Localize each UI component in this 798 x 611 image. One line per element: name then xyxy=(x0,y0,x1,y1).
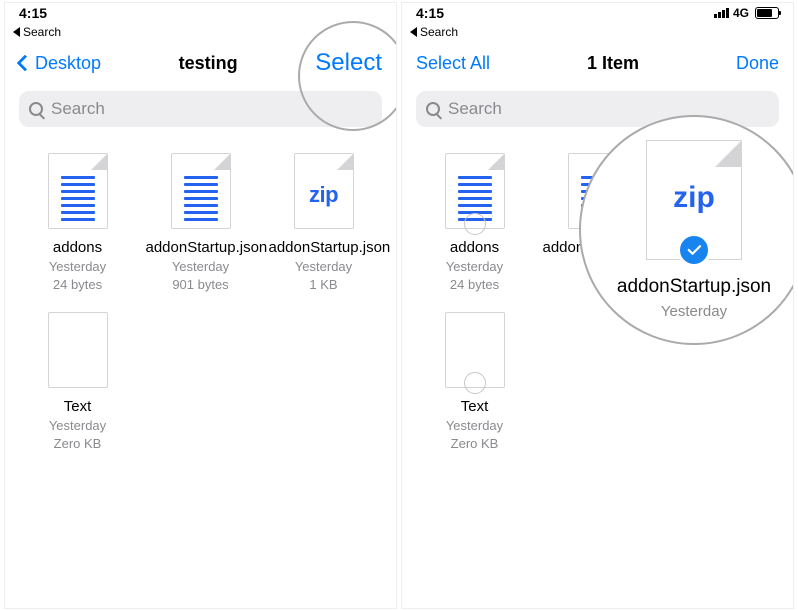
file-size: Zero KB xyxy=(54,436,102,452)
file-date: Yesterday xyxy=(49,418,106,434)
doc-icon xyxy=(48,153,108,229)
doc-icon xyxy=(568,153,628,229)
screenshot-left: 4:15 Search Desktop testing Select Searc… xyxy=(4,2,397,609)
back-button[interactable]: Desktop xyxy=(19,53,101,74)
file-date: Yesterday xyxy=(446,418,503,434)
status-bar: 4:15 4G xyxy=(402,3,793,23)
breadcrumb-label: Search xyxy=(23,25,61,39)
file-name: Text xyxy=(461,398,489,416)
battery-icon xyxy=(755,7,779,19)
file-name: addons xyxy=(450,239,499,257)
page-title: testing xyxy=(179,53,238,74)
status-time: 4:15 xyxy=(19,5,47,21)
selection-indicator[interactable] xyxy=(464,372,486,394)
caret-left-icon xyxy=(13,27,20,37)
file-size: 1 KB xyxy=(309,277,337,293)
search-bar[interactable]: Search xyxy=(19,91,382,127)
zip-label: zip xyxy=(295,182,353,208)
signal-icon xyxy=(714,8,729,18)
chevron-left-icon xyxy=(17,55,34,72)
file-thumbnail xyxy=(443,151,507,231)
file-date: Yesterday xyxy=(49,259,106,275)
file-thumbnail: zip xyxy=(292,151,356,231)
file-item[interactable]: addons Yesterday 24 bytes xyxy=(416,151,533,294)
file-item[interactable]: addonStartup.json Yesterday 901 bytes xyxy=(142,151,259,294)
nav-bar: Desktop testing Select xyxy=(5,41,396,85)
caret-left-icon xyxy=(410,27,417,37)
file-grid: addons Yesterday 24 bytes addonStartup.j… xyxy=(5,133,396,470)
breadcrumb[interactable]: Search xyxy=(5,23,396,41)
file-thumbnail xyxy=(169,151,233,231)
file-item[interactable]: addons Yesterday 24 bytes xyxy=(19,151,136,294)
status-time: 4:15 xyxy=(416,5,444,21)
breadcrumb-label: Search xyxy=(420,25,458,39)
status-bar: 4:15 xyxy=(5,3,396,23)
breadcrumb[interactable]: Search xyxy=(402,23,793,41)
doc-icon xyxy=(171,153,231,229)
file-name: addonStartup.json xyxy=(146,239,256,257)
status-indicators: 4G xyxy=(714,6,779,20)
file-grid: addons Yesterday 24 bytes addonStartup.j… xyxy=(402,133,793,470)
file-item[interactable]: addonStartup.jso xyxy=(539,151,656,294)
file-name: addonStartup.json xyxy=(269,239,379,257)
search-icon xyxy=(29,102,43,116)
file-size: Zero KB xyxy=(451,436,499,452)
select-all-label: Select All xyxy=(416,53,490,74)
file-item[interactable]: Text Yesterday Zero KB xyxy=(416,310,533,453)
file-thumbnail xyxy=(566,151,630,231)
search-bar[interactable]: Search xyxy=(416,91,779,127)
blank-icon xyxy=(48,312,108,388)
file-size: 24 bytes xyxy=(450,277,499,293)
file-thumbnail xyxy=(46,151,110,231)
file-date: Yesterday xyxy=(172,259,229,275)
done-button[interactable]: Done xyxy=(736,53,779,74)
search-placeholder: Search xyxy=(448,99,502,119)
zip-icon: zip xyxy=(294,153,354,229)
file-name: addonStartup.jso xyxy=(543,239,653,257)
network-label: 4G xyxy=(733,6,749,20)
select-all-button[interactable]: Select All xyxy=(416,53,490,74)
file-thumbnail xyxy=(46,310,110,390)
back-label: Desktop xyxy=(35,53,101,74)
file-item[interactable]: Text Yesterday Zero KB xyxy=(19,310,136,453)
page-title: 1 Item xyxy=(587,53,639,74)
file-name: addons xyxy=(53,239,102,257)
search-placeholder: Search xyxy=(51,99,105,119)
file-date: Yesterday xyxy=(446,259,503,275)
file-thumbnail xyxy=(443,310,507,390)
file-item[interactable]: zip addonStartup.json Yesterday 1 KB xyxy=(265,151,382,294)
select-button[interactable]: Select xyxy=(315,49,382,77)
search-icon xyxy=(426,102,440,116)
file-size: 901 bytes xyxy=(172,277,228,293)
file-name: Text xyxy=(64,398,92,416)
nav-bar: Select All 1 Item Done xyxy=(402,41,793,85)
screenshot-right: 4:15 4G Search Select All 1 Item Done Se… xyxy=(401,2,794,609)
file-date: Yesterday xyxy=(295,259,352,275)
file-size: 24 bytes xyxy=(53,277,102,293)
selection-indicator[interactable] xyxy=(464,213,486,235)
